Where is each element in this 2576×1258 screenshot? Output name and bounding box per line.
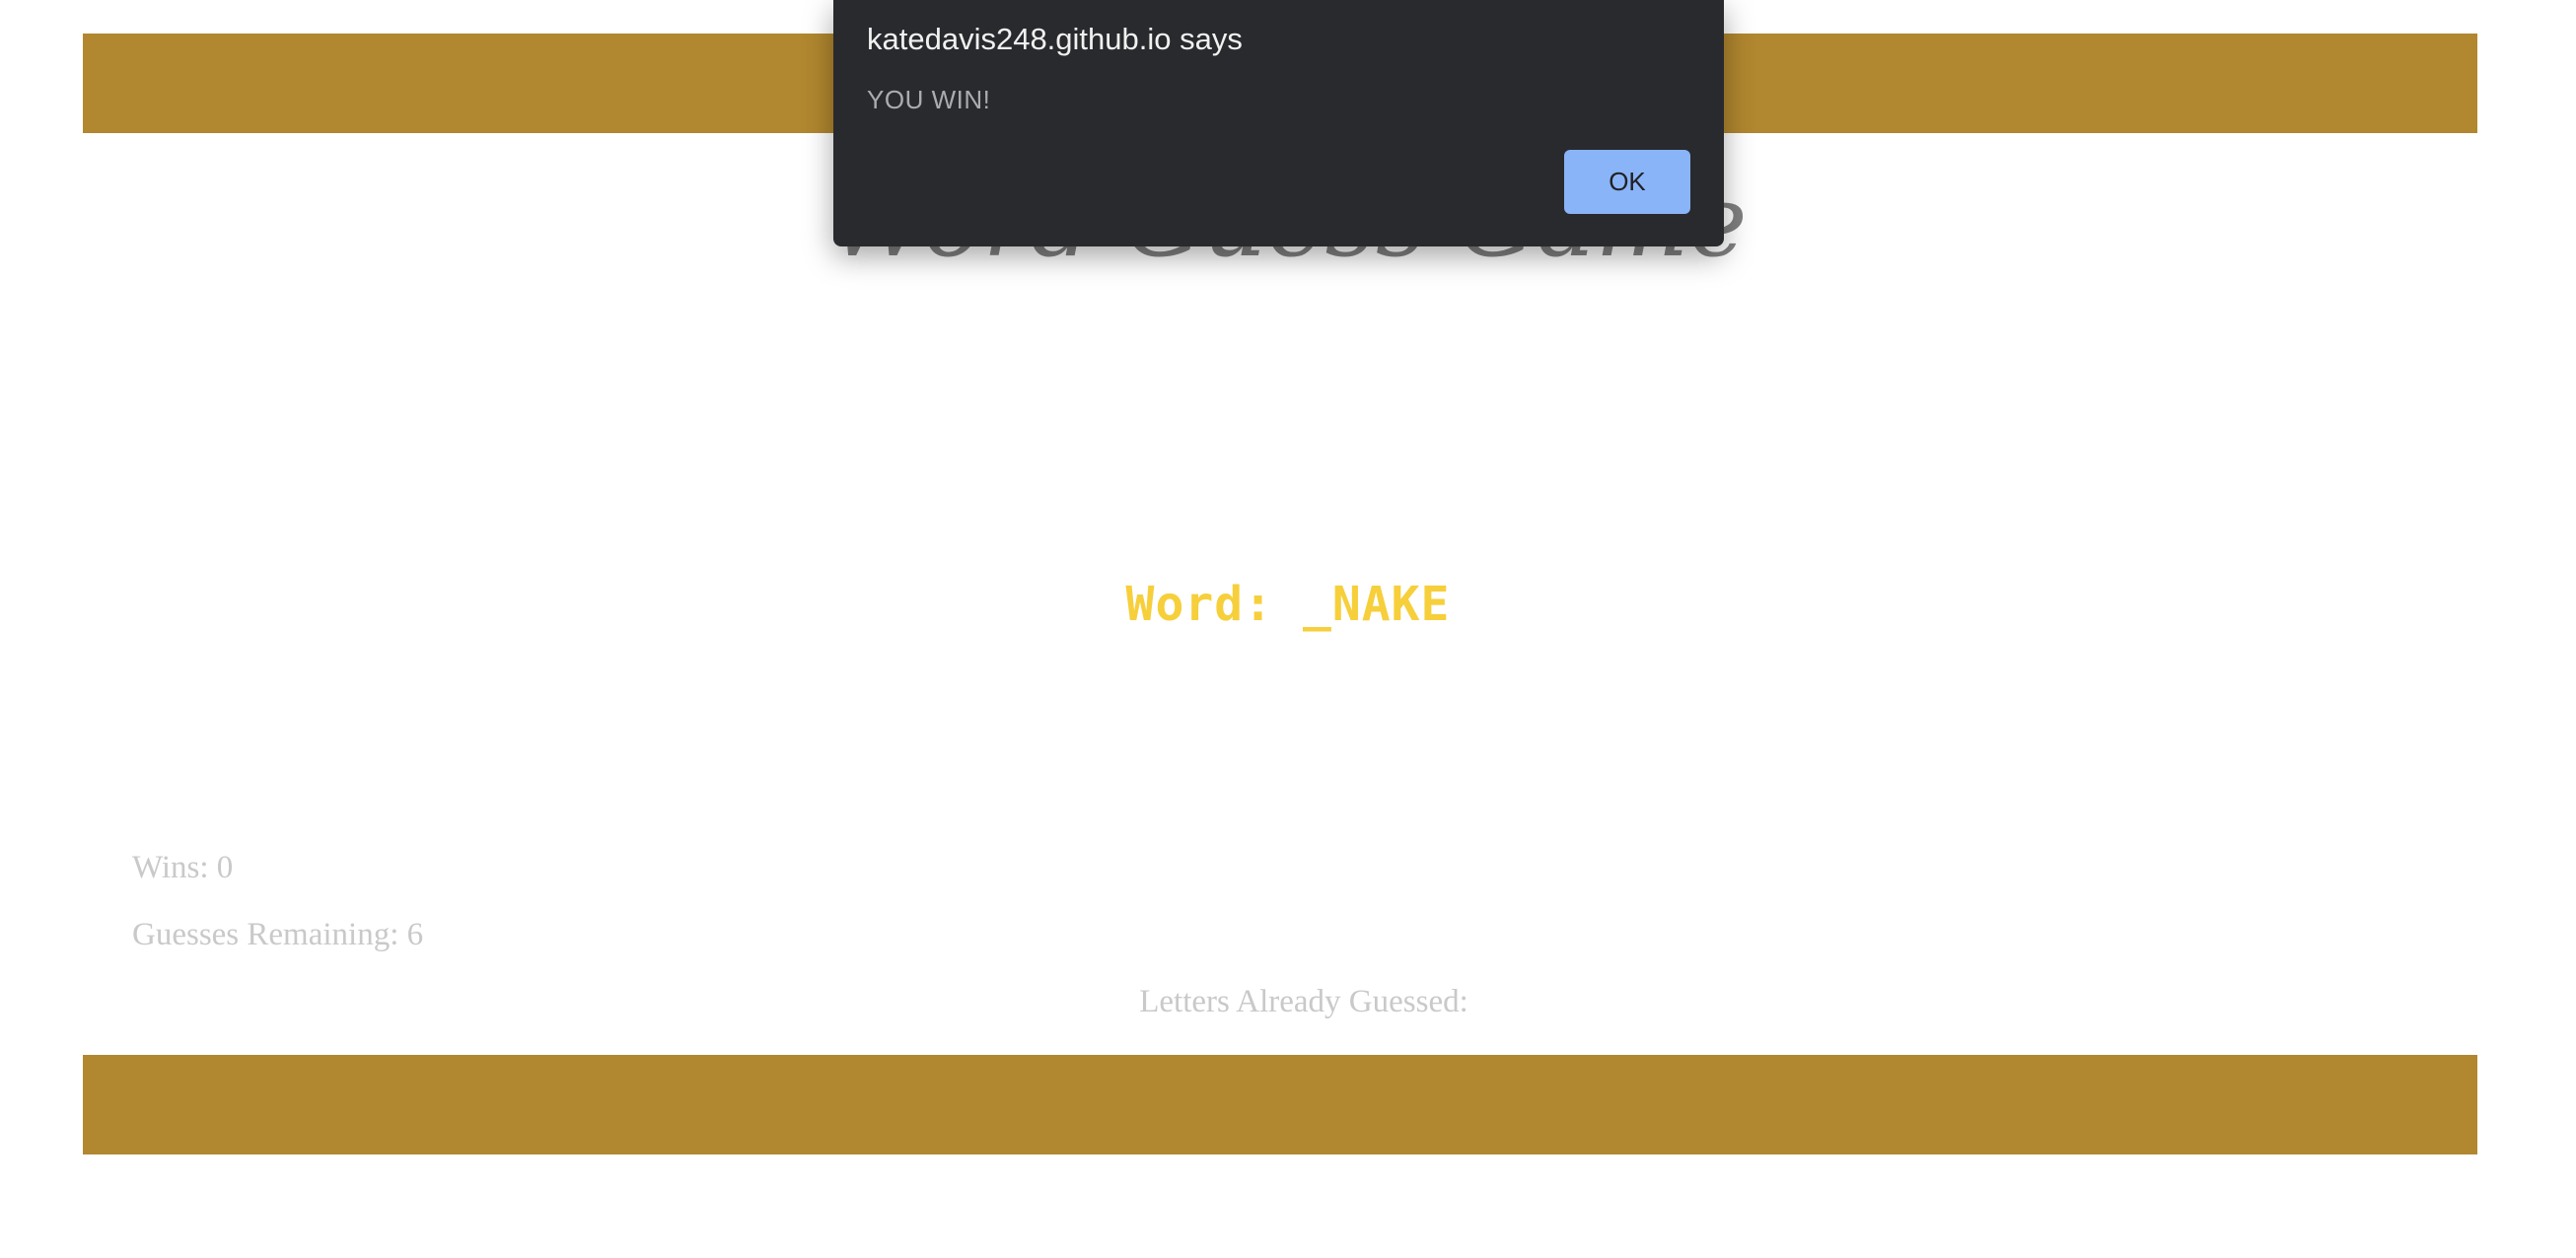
footer-band — [83, 1055, 2477, 1154]
dialog-title: katedavis248.github.io says — [867, 22, 1243, 56]
alert-dialog: katedavis248.github.io says YOU WIN! OK — [833, 0, 1724, 246]
letters-guessed: Letters Already Guessed: — [1139, 984, 1468, 1019]
guesses-remaining: Guesses Remaining: 6 — [132, 917, 424, 952]
word-display: Word: _NAKE — [1125, 577, 1451, 632]
wins-count: Wins: 0 — [132, 850, 234, 885]
game-page: Word Guess Game Word: _NAKE Wins: 0 Gues… — [0, 0, 2576, 1258]
dialog-message: YOU WIN! — [867, 85, 991, 114]
ok-button[interactable]: OK — [1564, 150, 1690, 214]
